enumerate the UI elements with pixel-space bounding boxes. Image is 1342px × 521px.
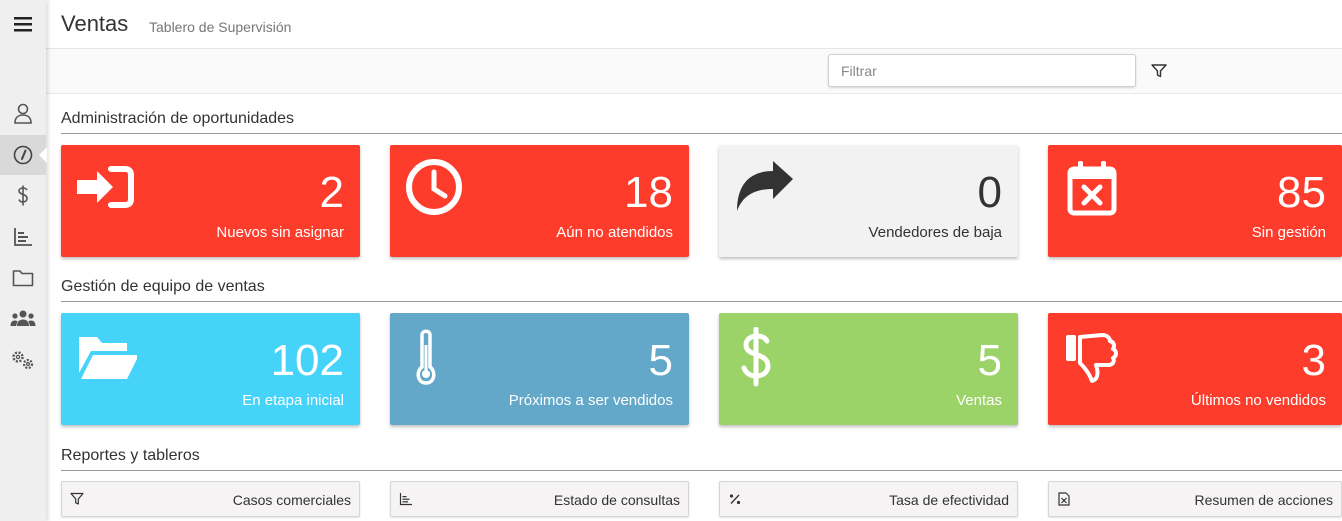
- share-arrow-icon: [737, 161, 793, 211]
- sidebar-item-sales[interactable]: [0, 176, 46, 216]
- thermometer-icon: [416, 329, 436, 385]
- card-value: 102: [270, 336, 344, 385]
- sidebar-item-dashboard[interactable]: [0, 135, 47, 175]
- section-divider: [61, 133, 1342, 134]
- section-divider: [61, 470, 1342, 471]
- report-label: Resumen de acciones: [1194, 492, 1333, 508]
- dollar-icon: [18, 185, 28, 206]
- card-label: Últimos no vendidos: [1190, 392, 1326, 409]
- sidebar-item-team[interactable]: [0, 299, 46, 339]
- card-new-unassigned[interactable]: 2 Nuevos sin asignar: [61, 145, 360, 257]
- filter-icon: [1151, 64, 1167, 78]
- users-icon: [10, 310, 36, 326]
- main-content: Ventas Tablero de Supervisión Administra…: [46, 0, 1342, 521]
- report-label: Estado de consultas: [553, 492, 680, 508]
- report-actions-summary[interactable]: Resumen de acciones: [1048, 481, 1342, 517]
- file-excel-icon: [1058, 492, 1070, 506]
- report-effectiveness-rate[interactable]: Tasa de efectividad: [719, 481, 1018, 517]
- section-title-opportunities: Administración de oportunidades: [61, 110, 295, 127]
- clock-icon: [406, 159, 462, 215]
- card-label: Nuevos sin asignar: [216, 224, 344, 241]
- sidebar: [0, 0, 47, 521]
- card-value: 0: [977, 168, 1002, 217]
- report-label: Tasa de efectividad: [889, 492, 1009, 508]
- filter-bar: [46, 49, 1342, 94]
- calendar-x-icon: [1067, 161, 1117, 216]
- filter-input[interactable]: [828, 54, 1136, 87]
- folder-open-icon: [79, 337, 137, 379]
- bar-chart-icon: [399, 493, 412, 506]
- section-title-reports: Reportes y tableros: [61, 447, 200, 464]
- sidebar-item-settings[interactable]: [0, 340, 46, 380]
- report-label: Casos comerciales: [232, 492, 351, 508]
- sidebar-item-reports[interactable]: [0, 217, 46, 257]
- gears-icon: [12, 351, 34, 370]
- card-label: Sin gestión: [1251, 224, 1326, 241]
- page-header: Ventas Tablero de Supervisión: [46, 0, 1342, 49]
- card-label: En etapa inicial: [242, 392, 344, 409]
- report-query-status[interactable]: Estado de consultas: [390, 481, 689, 517]
- section-title-team: Gestión de equipo de ventas: [61, 278, 265, 295]
- card-value: 2: [319, 168, 344, 217]
- card-value: 18: [624, 168, 673, 217]
- sign-in-icon: [77, 166, 134, 208]
- folder-icon: [12, 270, 34, 287]
- card-value: 85: [1277, 168, 1326, 217]
- card-label: Próximos a ser vendidos: [508, 392, 673, 409]
- card-value: 3: [1301, 336, 1326, 385]
- card-last-not-sold[interactable]: 3 Últimos no vendidos: [1048, 313, 1342, 425]
- percent-icon: [729, 494, 741, 505]
- report-commercial-cases[interactable]: Casos comerciales: [61, 481, 360, 517]
- dollar-sign-icon: [741, 327, 771, 387]
- card-sales[interactable]: 5 Ventas: [719, 313, 1018, 425]
- dashboard-icon: [13, 145, 33, 165]
- card-next-to-sell[interactable]: 5 Próximos a ser vendidos: [390, 313, 689, 425]
- card-initial-stage[interactable]: 102 En etapa inicial: [61, 313, 360, 425]
- card-sellers-down[interactable]: 0 Vendedores de baja: [719, 145, 1018, 257]
- page-subtitle: Tablero de Supervisión: [149, 19, 292, 35]
- chart-icon: [14, 228, 32, 246]
- card-label: Aún no atendidos: [556, 224, 673, 241]
- filter-button[interactable]: [1150, 62, 1168, 80]
- card-label: Vendedores de baja: [868, 224, 1002, 241]
- menu-icon: [14, 17, 32, 32]
- section-divider: [61, 301, 1342, 302]
- card-without-management[interactable]: 85 Sin gestión: [1048, 145, 1342, 257]
- card-value: 5: [977, 336, 1002, 385]
- filter-icon: [70, 492, 84, 505]
- sidebar-item-user[interactable]: [0, 94, 46, 134]
- thumbs-down-icon: [1066, 333, 1118, 383]
- menu-button[interactable]: [0, 4, 46, 44]
- page-title: Ventas: [61, 11, 129, 36]
- card-value: 5: [648, 336, 673, 385]
- card-not-attended[interactable]: 18 Aún no atendidos: [390, 145, 689, 257]
- user-icon: [14, 103, 32, 124]
- card-label: Ventas: [956, 392, 1002, 409]
- sidebar-item-folders[interactable]: [0, 258, 46, 298]
